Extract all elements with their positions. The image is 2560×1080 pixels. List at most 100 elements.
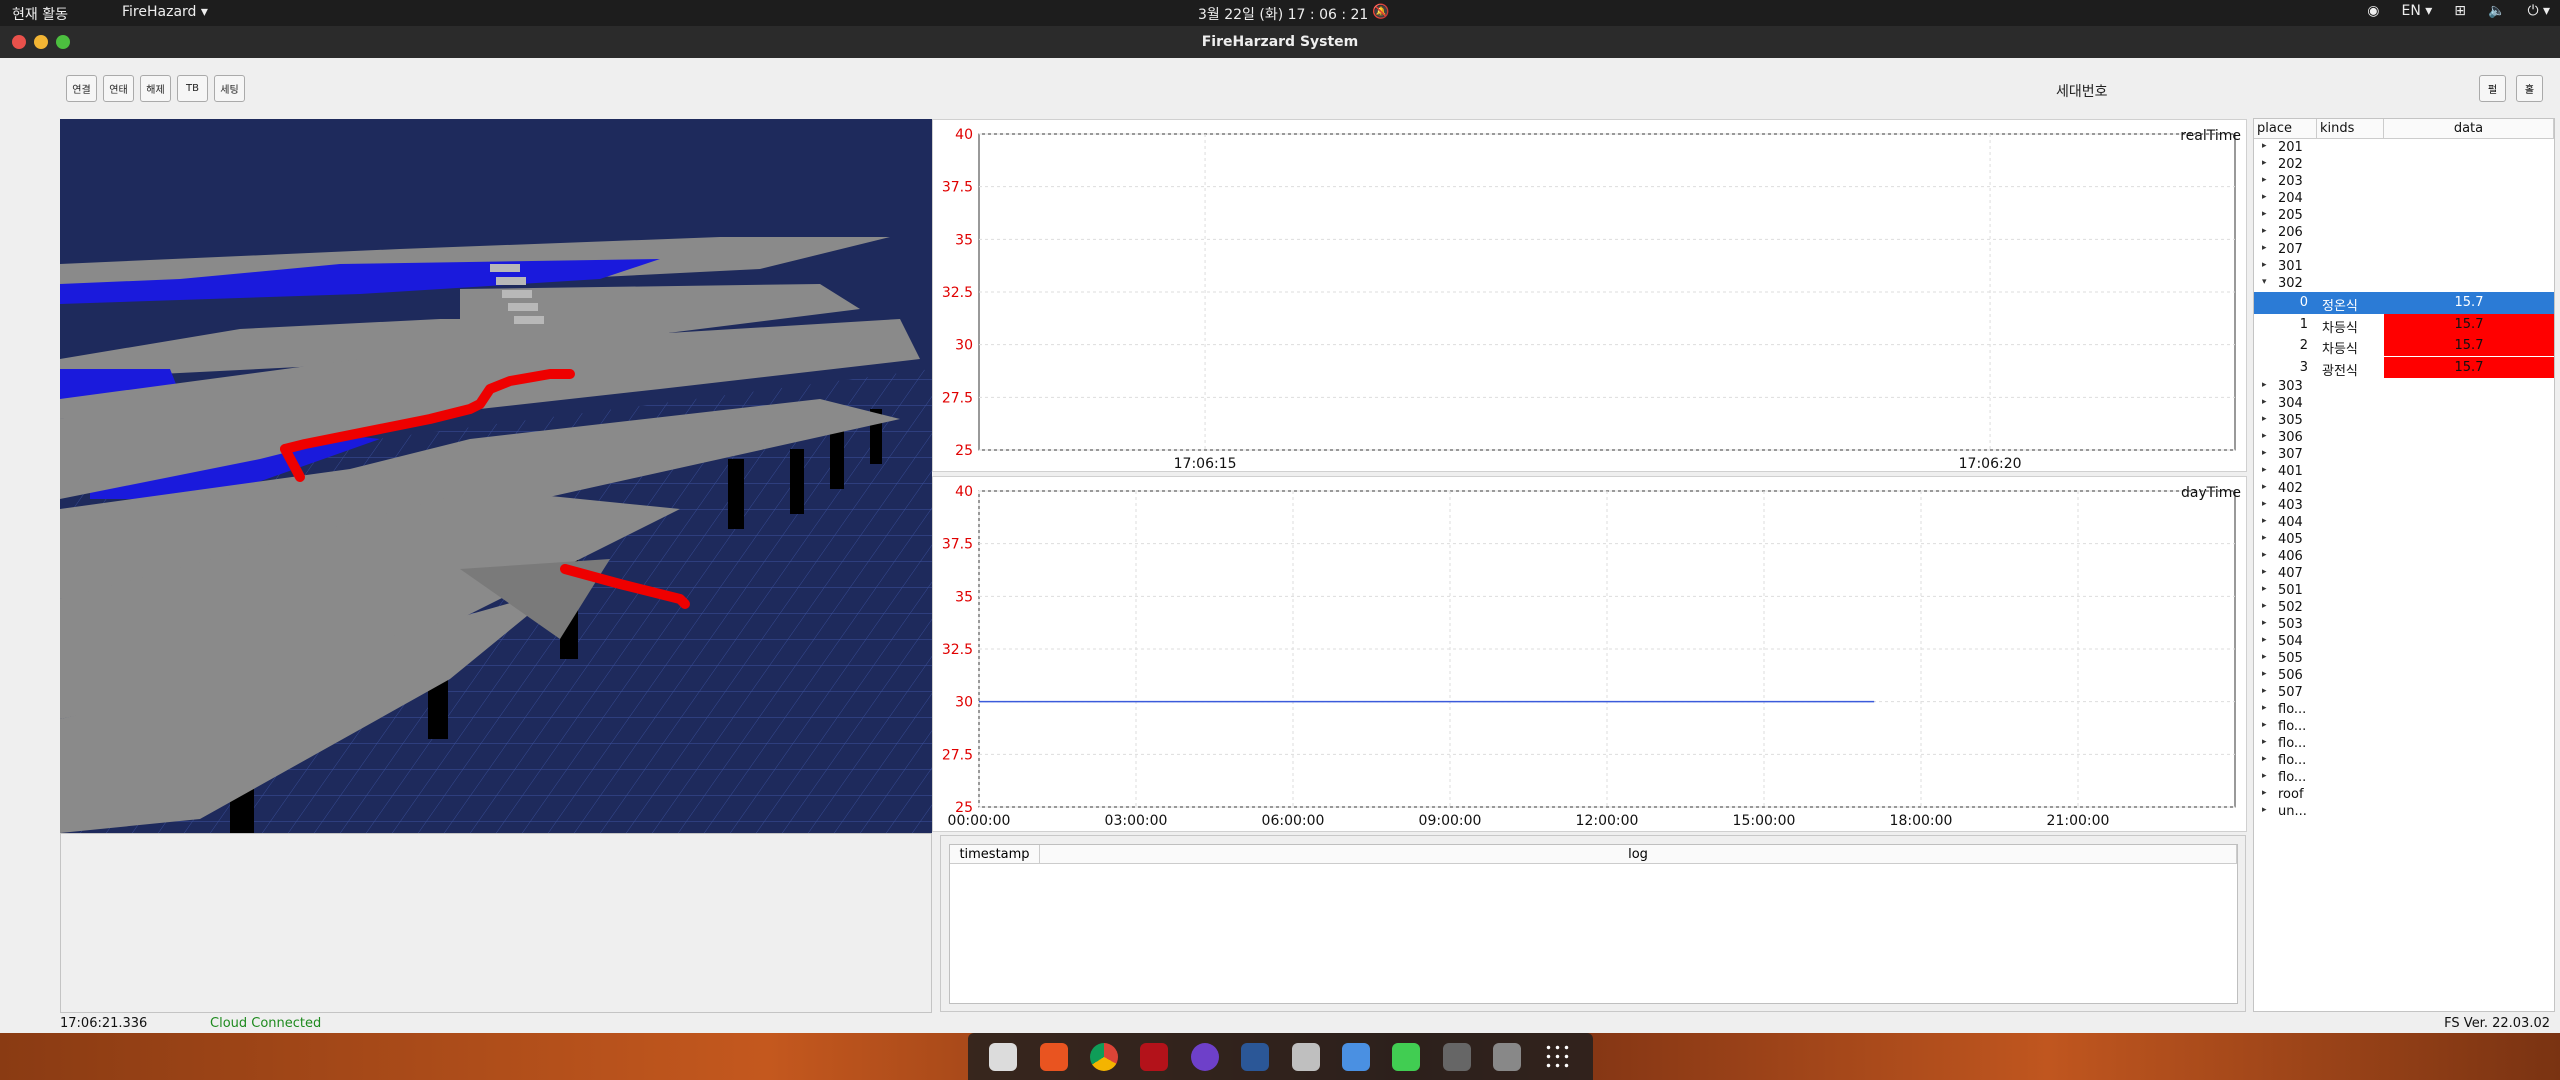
tree-item[interactable]: ▸ flo... (2254, 752, 2554, 769)
tree-col-data[interactable]: data (2384, 119, 2554, 138)
tree-item[interactable]: ▸ 204 (2254, 190, 2554, 207)
notifications-muted-icon[interactable]: 🔕 (1372, 4, 1389, 20)
tree-item[interactable]: ▸ 303 (2254, 378, 2554, 395)
sensor-row[interactable]: 2 차등식 15.7 (2254, 335, 2554, 357)
tree-item[interactable]: ▸ 207 (2254, 241, 2554, 258)
expand-arrow-icon[interactable]: ▸ (2262, 635, 2267, 645)
link-button[interactable]: 연태 (103, 75, 134, 102)
expand-arrow-icon[interactable]: ▸ (2262, 226, 2267, 236)
usb-icon[interactable] (1493, 1042, 1522, 1071)
language-selector[interactable]: EN ▾ (2401, 3, 2432, 19)
expand-arrow-icon[interactable]: ▸ (2262, 703, 2267, 713)
tree-item[interactable]: ▸ flo... (2254, 769, 2554, 786)
mysql-workbench-icon[interactable] (1241, 1042, 1270, 1071)
expand-arrow-icon[interactable]: ▸ (2262, 771, 2267, 781)
tree-item[interactable]: ▸ 202 (2254, 156, 2554, 173)
expand-arrow-icon[interactable]: ▸ (2262, 618, 2267, 628)
tree-item[interactable]: ▾ 302 (2254, 275, 2554, 292)
discord-tray-icon[interactable]: ◉ (2367, 3, 2379, 19)
tree-item[interactable]: ▸ 506 (2254, 667, 2554, 684)
tree-item[interactable]: ▸ 404 (2254, 514, 2554, 531)
expand-arrow-icon[interactable]: ▸ (2262, 448, 2267, 458)
expand-arrow-icon[interactable]: ▸ (2262, 601, 2267, 611)
tree-item[interactable]: ▸ 305 (2254, 412, 2554, 429)
archive-icon[interactable] (1291, 1042, 1320, 1071)
expand-arrow-icon[interactable]: ▸ (2262, 720, 2267, 730)
expand-arrow-icon[interactable]: ▸ (2262, 754, 2267, 764)
tree-item[interactable]: ▸ un... (2254, 803, 2554, 820)
sensor-row[interactable]: 3 광전식 15.7 (2254, 356, 2554, 379)
collapse-arrow-icon[interactable]: ▾ (2262, 277, 2267, 287)
expand-arrow-icon[interactable]: ▸ (2262, 550, 2267, 560)
expand-arrow-icon[interactable]: ▸ (2262, 652, 2267, 662)
log-table[interactable]: timestamp log (949, 844, 2238, 1004)
expand-arrow-icon[interactable]: ▸ (2262, 243, 2267, 253)
tree-item[interactable]: ▸ 403 (2254, 497, 2554, 514)
release-button[interactable]: 해제 (140, 75, 171, 102)
expand-arrow-icon[interactable]: ▸ (2262, 584, 2267, 594)
qt-creator-icon[interactable] (1392, 1042, 1421, 1071)
expand-arrow-icon[interactable]: ▸ (2262, 533, 2267, 543)
expand-arrow-icon[interactable]: ▸ (2262, 431, 2267, 441)
building-3d-view[interactable] (60, 119, 932, 833)
tree-col-kinds[interactable]: kinds (2317, 119, 2384, 138)
show-apps-icon[interactable] (1543, 1042, 1572, 1071)
right-button-2[interactable]: 홀 (2516, 75, 2543, 102)
expand-arrow-icon[interactable]: ▸ (2262, 567, 2267, 577)
expand-arrow-icon[interactable]: ▸ (2262, 260, 2267, 270)
github-icon[interactable] (1190, 1042, 1219, 1071)
screenshot-icon[interactable] (1342, 1042, 1371, 1071)
sensor-tree[interactable]: place kinds data ▸ 201 ▸ 202 ▸ 203 ▸ 204 ▸ 205 ▸ 20… (2253, 118, 2555, 1012)
tree-item[interactable]: ▸ 306 (2254, 429, 2554, 446)
tree-item[interactable]: ▸ 304 (2254, 395, 2554, 412)
settings-button[interactable]: 세팅 (214, 75, 245, 102)
tree-item[interactable]: ▸ 503 (2254, 616, 2554, 633)
expand-arrow-icon[interactable]: ▸ (2262, 380, 2267, 390)
tree-item[interactable]: ▸ flo... (2254, 701, 2554, 718)
expand-arrow-icon[interactable]: ▸ (2262, 141, 2267, 151)
log-col-timestamp[interactable]: timestamp (950, 845, 1040, 863)
tree-item[interactable]: ▸ 507 (2254, 684, 2554, 701)
app-menu[interactable]: FireHazard ▾ (122, 4, 208, 20)
tree-item[interactable]: ▸ 205 (2254, 207, 2554, 224)
tree-item[interactable]: ▸ 307 (2254, 446, 2554, 463)
tree-item[interactable]: ▸ 504 (2254, 633, 2554, 650)
connect-button[interactable]: 연결 (66, 75, 97, 102)
chrome-icon[interactable] (1090, 1042, 1119, 1071)
fire-app-icon[interactable] (1442, 1042, 1471, 1071)
tree-col-place[interactable]: place (2254, 119, 2317, 138)
tree-item[interactable]: ▸ 206 (2254, 224, 2554, 241)
tree-item[interactable]: ▸ 401 (2254, 463, 2554, 480)
tree-item[interactable]: ▸ 505 (2254, 650, 2554, 667)
tree-item[interactable]: ▸ flo... (2254, 735, 2554, 752)
network-icon[interactable]: ⊞ (2454, 3, 2466, 19)
expand-arrow-icon[interactable]: ▸ (2262, 175, 2267, 185)
expand-arrow-icon[interactable]: ▸ (2262, 669, 2267, 679)
tree-item[interactable]: ▸ 405 (2254, 531, 2554, 548)
tree-item[interactable]: ▸ 301 (2254, 258, 2554, 275)
expand-arrow-icon[interactable]: ▸ (2262, 516, 2267, 526)
expand-arrow-icon[interactable]: ▸ (2262, 805, 2267, 815)
expand-arrow-icon[interactable]: ▸ (2262, 788, 2267, 798)
expand-arrow-icon[interactable]: ▸ (2262, 158, 2267, 168)
expand-arrow-icon[interactable]: ▸ (2262, 737, 2267, 747)
tree-item[interactable]: ▸ 201 (2254, 139, 2554, 156)
expand-arrow-icon[interactable]: ▸ (2262, 397, 2267, 407)
log-col-log[interactable]: log (1040, 845, 2237, 863)
expand-arrow-icon[interactable]: ▸ (2262, 465, 2267, 475)
activities-button[interactable]: 현재 활동 (12, 4, 68, 24)
files-icon[interactable] (989, 1042, 1018, 1071)
volume-icon[interactable]: 🔈 (2488, 3, 2505, 19)
expand-arrow-icon[interactable]: ▸ (2262, 414, 2267, 424)
sensor-row[interactable]: 1 차등식 15.7 (2254, 313, 2554, 336)
tree-item[interactable]: ▸ 501 (2254, 582, 2554, 599)
tb-button[interactable]: TB (177, 75, 208, 102)
tree-item[interactable]: ▸ 406 (2254, 548, 2554, 565)
software-center-icon[interactable] (1039, 1042, 1068, 1071)
tree-item[interactable]: ▸ 402 (2254, 480, 2554, 497)
tree-item[interactable]: ▸ roof (2254, 786, 2554, 803)
power-icon[interactable]: ⏻ ▾ (2527, 3, 2550, 19)
tree-item[interactable]: ▸ 203 (2254, 173, 2554, 190)
rust-icon[interactable] (1140, 1042, 1169, 1071)
expand-arrow-icon[interactable]: ▸ (2262, 209, 2267, 219)
